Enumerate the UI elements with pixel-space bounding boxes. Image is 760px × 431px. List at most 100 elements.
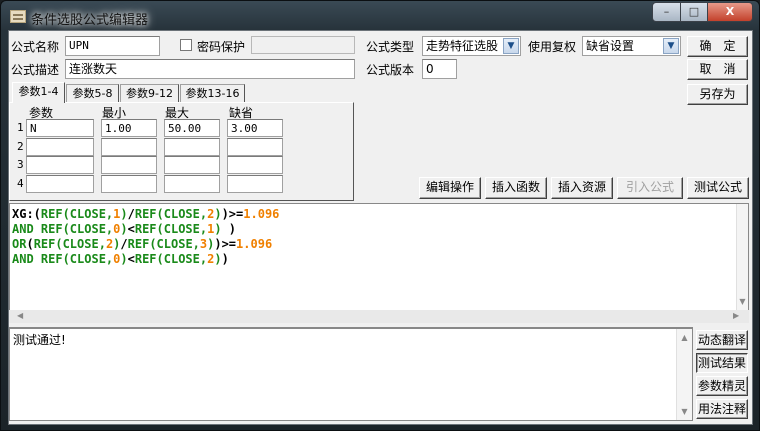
param-max-input[interactable] xyxy=(164,156,220,174)
formula-desc-label: 公式描述 xyxy=(11,63,60,77)
param-row-number: 3 xyxy=(17,158,24,171)
code-token-func: REF(CLOSE, xyxy=(134,207,208,221)
param-default-input[interactable] xyxy=(227,174,283,193)
edit-ops-button[interactable]: 编辑操作 xyxy=(419,177,481,199)
code-token-default: ) xyxy=(221,222,237,236)
code-line: OR(REF(CLOSE,2)/REF(CLOSE,3))>=1.096 xyxy=(12,237,746,252)
formula-version-input[interactable]: 0 xyxy=(422,59,457,79)
formula-type-value: 走势特征选股 xyxy=(426,39,499,53)
scroll-down-arrow-icon[interactable]: ▼ xyxy=(677,407,692,416)
param-default-input[interactable] xyxy=(227,137,283,156)
window-title: 条件选股公式编辑器 xyxy=(31,13,149,28)
editor-vertical-scrollbar[interactable]: ▼ xyxy=(736,204,748,310)
param-name-input[interactable]: N xyxy=(26,119,94,137)
dynamic-translate-button[interactable]: 动态翻译 xyxy=(696,330,748,350)
param-max-input[interactable] xyxy=(164,174,220,193)
ok-button[interactable]: 确 定 xyxy=(687,36,748,57)
param-max-input[interactable] xyxy=(164,137,220,156)
cancel-button[interactable]: 取 消 xyxy=(687,59,748,80)
output-text: 测试通过! xyxy=(13,333,66,347)
code-token-func: ) xyxy=(214,252,222,266)
scroll-up-arrow-icon[interactable]: ▲ xyxy=(677,333,692,342)
usage-notes-button[interactable]: 用法注释 xyxy=(696,399,748,419)
code-line: AND REF(CLOSE,0)<REF(CLOSE,2)) xyxy=(12,252,746,267)
code-line: XG:(REF(CLOSE,1)/REF(CLOSE,2))>=1.096 xyxy=(12,207,746,222)
minimize-button[interactable]: – xyxy=(652,2,681,22)
scroll-down-arrow-icon[interactable]: ▼ xyxy=(737,297,748,306)
insert-function-button[interactable]: 插入函数 xyxy=(485,177,547,199)
code-line: AND REF(CLOSE,0)<REF(CLOSE,1) ) xyxy=(12,222,746,237)
code-token-default: / xyxy=(127,207,135,221)
code-token-default: )>= xyxy=(214,237,237,251)
code-token-default: < xyxy=(127,252,135,266)
param-min-input[interactable] xyxy=(101,174,157,193)
editor-horizontal-scrollbar[interactable]: ◀ ▶ xyxy=(9,310,749,323)
code-token-func: ) xyxy=(120,252,128,266)
test-result-button[interactable]: 测试结果 xyxy=(696,353,748,373)
code-token-func: ) xyxy=(214,207,222,221)
output-vertical-scrollbar[interactable]: ▲ ▼ xyxy=(676,329,692,420)
code-token-num: 1.096 xyxy=(243,207,280,221)
param-name-input[interactable] xyxy=(26,137,94,156)
import-formula-button: 引入公式 xyxy=(617,177,683,199)
password-checkbox[interactable] xyxy=(180,39,192,51)
code-token-default: ) xyxy=(221,252,229,266)
formula-name-input[interactable]: UPN xyxy=(65,36,160,56)
code-token-func: REF(CLOSE, xyxy=(33,237,106,251)
code-token-func: AND REF(CLOSE, xyxy=(12,252,114,266)
tab-params-13-16[interactable]: 参数13-16 xyxy=(180,84,245,103)
formula-desc-input[interactable]: 连涨数天 xyxy=(65,59,355,79)
maximize-button[interactable]: □ xyxy=(680,2,708,22)
code-token-func: OR xyxy=(12,237,27,251)
param-row-number: 1 xyxy=(17,121,24,134)
param-row-number: 4 xyxy=(17,176,24,190)
param-wizard-button[interactable]: 参数精灵 xyxy=(696,376,748,396)
param-name-input[interactable] xyxy=(26,174,94,193)
insert-resource-button[interactable]: 插入资源 xyxy=(551,177,613,199)
chevron-down-icon[interactable]: ▼ xyxy=(663,38,679,54)
formula-version-label: 公式版本 xyxy=(366,63,415,77)
chevron-down-icon[interactable]: ▼ xyxy=(503,38,519,54)
app-icon xyxy=(10,10,26,23)
close-button[interactable]: X xyxy=(707,2,753,22)
code-token-func: ) xyxy=(120,222,128,236)
adjust-label: 使用复权 xyxy=(528,40,577,54)
code-token-num: 1.096 xyxy=(236,237,273,251)
formula-type-label: 公式类型 xyxy=(366,40,415,54)
param-min-input[interactable]: 1.00 xyxy=(101,119,157,137)
code-token-func: REF(CLOSE, xyxy=(127,237,200,251)
code-token-func: REF(CLOSE, xyxy=(40,207,114,221)
save-as-button[interactable]: 另存为 xyxy=(687,84,748,105)
code-token-func: ) xyxy=(214,222,222,236)
param-default-input[interactable]: 3.00 xyxy=(227,119,283,137)
scroll-right-arrow-icon[interactable]: ▶ xyxy=(733,311,739,320)
formula-type-select[interactable]: 走势特征选股 ▼ xyxy=(422,36,521,56)
code-editor[interactable]: XG:(REF(CLOSE,1)/REF(CLOSE,2))>=1.096 AND… xyxy=(9,203,749,311)
param-max-input[interactable]: 50.00 xyxy=(164,119,220,137)
param-row-number: 2 xyxy=(17,139,24,153)
code-token-default: < xyxy=(127,222,135,236)
code-token-func: ) xyxy=(120,207,128,221)
password-input[interactable] xyxy=(251,36,355,54)
tab-params-1-4[interactable]: 参数1-4 xyxy=(12,82,65,103)
code-token-default: )>= xyxy=(221,207,244,221)
adjust-select[interactable]: 缺省设置 ▼ xyxy=(582,36,681,56)
param-default-input[interactable] xyxy=(227,156,283,174)
tab-params-5-8[interactable]: 参数5-8 xyxy=(66,84,119,103)
param-min-input[interactable] xyxy=(101,137,157,156)
test-formula-button[interactable]: 测试公式 xyxy=(687,177,749,199)
code-token-func: REF(CLOSE, xyxy=(134,252,208,266)
output-panel: 测试通过! xyxy=(9,327,693,421)
title-bar[interactable]: 条件选股公式编辑器 – □ X xyxy=(0,0,760,30)
tab-params-9-12[interactable]: 参数9-12 xyxy=(120,84,179,103)
code-token-func: REF(CLOSE, xyxy=(134,222,208,236)
adjust-value: 缺省设置 xyxy=(586,39,635,53)
code-token-default: / xyxy=(120,237,128,251)
scroll-left-arrow-icon[interactable]: ◀ xyxy=(17,311,23,320)
code-token-func: AND REF(CLOSE, xyxy=(12,222,114,236)
param-name-input[interactable] xyxy=(26,156,94,174)
param-min-input[interactable] xyxy=(101,156,157,174)
password-label: 密码保护 xyxy=(197,40,246,54)
code-token-default: ( xyxy=(26,237,34,251)
formula-name-label: 公式名称 xyxy=(11,40,60,54)
